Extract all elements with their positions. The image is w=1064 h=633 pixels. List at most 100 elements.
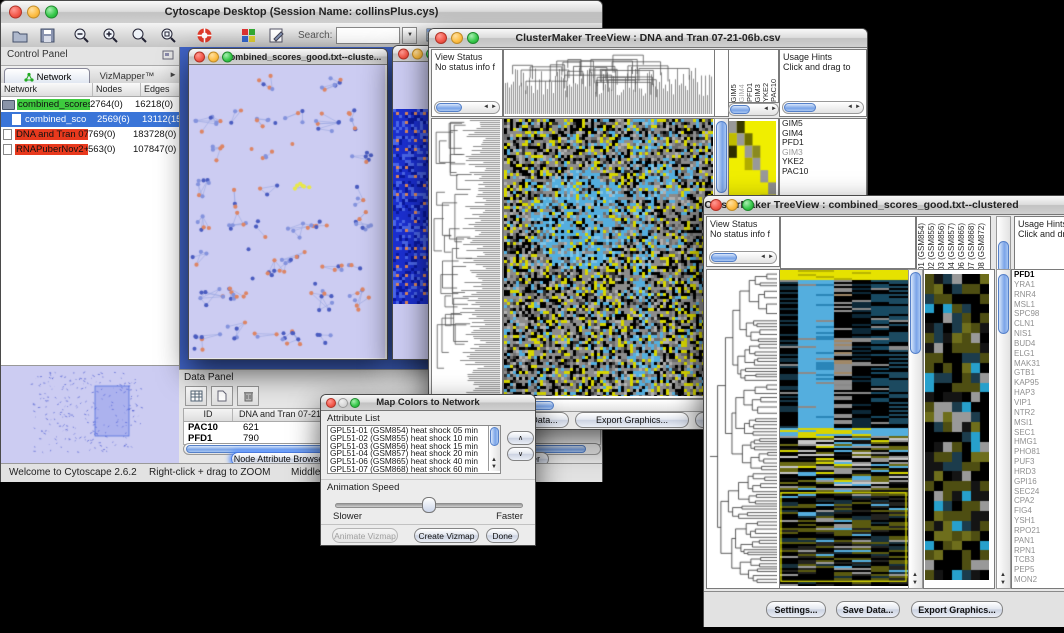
settings-button[interactable]: Settings... xyxy=(766,601,826,618)
animate-vizmap-button[interactable]: Animate Vizmap xyxy=(332,528,398,543)
scrollbar-thumb[interactable] xyxy=(998,274,1009,334)
scroll-down-icon[interactable]: ▼ xyxy=(912,580,918,586)
tv2-gene-vscrollbar[interactable]: ▲ ▼ xyxy=(996,269,1011,589)
zoom-button[interactable] xyxy=(222,51,233,62)
tv1-export-graphics-button[interactable]: Export Graphics... xyxy=(575,412,689,428)
tv2-vscrollbar[interactable]: ▲ ▼ xyxy=(908,269,923,589)
tv1-column-dendrogram-canvas[interactable] xyxy=(504,50,713,114)
scrollbar-thumb[interactable] xyxy=(910,272,921,354)
gene-label[interactable]: TCB3 xyxy=(1012,555,1064,565)
network-view-titlebar[interactable]: combined_scores_good.txt--cluste... xyxy=(189,49,387,65)
gene-label[interactable]: NTR2 xyxy=(1012,408,1064,418)
scrollbar-thumb[interactable] xyxy=(730,105,750,114)
gene-label[interactable]: VIP1 xyxy=(1012,398,1064,408)
scroll-left-icon[interactable]: ◄ xyxy=(483,104,489,110)
view-status-scrollbar[interactable]: ◄ ► xyxy=(709,251,777,264)
view-status-scrollbar[interactable]: ◄ ► xyxy=(434,101,500,114)
col-edges[interactable]: Edges xyxy=(141,83,179,96)
zoom-selected-icon[interactable] xyxy=(131,27,149,44)
minimize-button[interactable] xyxy=(451,32,463,44)
column-label[interactable]: PAC10 xyxy=(769,79,777,102)
tv2-column-tree-area[interactable] xyxy=(780,216,916,269)
close-button[interactable] xyxy=(710,199,722,211)
scroll-left-icon[interactable]: ◄ xyxy=(760,254,766,260)
gene-label[interactable]: GPI16 xyxy=(1012,477,1064,487)
minimize-button[interactable] xyxy=(338,398,348,408)
scrollbar-thumb[interactable] xyxy=(711,253,737,262)
gene-label[interactable]: YSH1 xyxy=(1012,516,1064,526)
tv1-mini-hscrollbar[interactable]: ◄ ► xyxy=(728,103,779,116)
tab-overflow-button[interactable]: ► xyxy=(169,70,177,79)
tab-vizmapper[interactable]: VizMapper™ xyxy=(90,68,164,84)
tv1-heatmap[interactable] xyxy=(503,118,716,399)
column-label[interactable]: PFD1 xyxy=(745,83,753,102)
gene-label[interactable]: KAP95 xyxy=(1012,378,1064,388)
close-button[interactable] xyxy=(9,6,22,19)
network-table-row[interactable]: combined_sco 2569(6) 13112(15) xyxy=(1,112,179,127)
tv2-heatmap[interactable] xyxy=(780,269,909,589)
scroll-up-icon[interactable]: ▲ xyxy=(491,457,497,463)
close-button[interactable] xyxy=(326,398,336,408)
gene-label[interactable]: MON2 xyxy=(1012,575,1064,585)
scroll-right-icon[interactable]: ► xyxy=(491,104,497,110)
gene-label[interactable]: YRA1 xyxy=(1012,280,1064,290)
scroll-left-icon[interactable]: ◄ xyxy=(763,106,769,112)
zoom-in-icon[interactable] xyxy=(102,27,120,44)
save-icon[interactable] xyxy=(39,27,57,44)
birdseye-canvas[interactable] xyxy=(1,366,177,462)
scroll-down-icon[interactable]: ▼ xyxy=(491,464,497,470)
help-lifering-icon[interactable] xyxy=(196,27,214,44)
gene-label[interactable]: BUD4 xyxy=(1012,339,1064,349)
gene-label[interactable]: HAP3 xyxy=(1012,388,1064,398)
scrollbar-thumb[interactable] xyxy=(716,121,727,193)
tv1-heatmap-canvas[interactable] xyxy=(504,119,713,396)
zoom-button[interactable] xyxy=(350,398,360,408)
close-button[interactable] xyxy=(194,51,205,62)
column-label[interactable]: GIM5 xyxy=(729,84,737,102)
float-panel-icon[interactable] xyxy=(162,50,174,60)
birdseye-view[interactable] xyxy=(1,365,179,464)
annotation-icon[interactable] xyxy=(268,27,286,44)
gene-label[interactable]: CPA2 xyxy=(1012,496,1064,506)
gene-label[interactable]: SEC1 xyxy=(1012,428,1064,438)
tv2-heatmap-canvas[interactable] xyxy=(780,270,908,586)
gene-label[interactable]: ELG1 xyxy=(1012,349,1064,359)
gene-label[interactable]: MSL1 xyxy=(1012,300,1064,310)
scrollbar-thumb[interactable] xyxy=(490,427,499,446)
gene-label[interactable]: FIG4 xyxy=(1012,506,1064,516)
gene-label[interactable]: MAK31 xyxy=(1012,359,1064,369)
gene-label[interactable]: NIS1 xyxy=(1012,329,1064,339)
column-label[interactable]: GIM4 xyxy=(737,84,745,102)
save-data-button[interactable]: Save Data... xyxy=(836,601,900,618)
gene-label[interactable]: PEP5 xyxy=(1012,565,1064,575)
network-table-header[interactable]: Network Nodes Edges xyxy=(1,83,179,97)
dialog-titlebar[interactable]: Map Colors to Network xyxy=(321,395,535,411)
search-dropdown-button[interactable]: ▼ xyxy=(402,27,417,44)
tv1-row-dendrogram[interactable] xyxy=(431,118,503,399)
gene-label[interactable]: RPN1 xyxy=(1012,546,1064,556)
gene-label[interactable]: CLN1 xyxy=(1012,319,1064,329)
scrollbar-thumb[interactable] xyxy=(784,103,816,112)
scroll-left-icon[interactable]: ◄ xyxy=(847,104,853,110)
gene-label[interactable]: PHO81 xyxy=(1012,447,1064,457)
tv2-row-dendrogram-canvas[interactable] xyxy=(707,270,777,586)
zoom-button[interactable] xyxy=(45,6,58,19)
minimize-button[interactable] xyxy=(726,199,738,211)
select-attributes-button[interactable] xyxy=(185,386,207,406)
search-input[interactable] xyxy=(336,27,400,44)
attribute-listbox[interactable]: GPL51-01 (GSM854) heat shock 05 minGPL51… xyxy=(327,425,501,474)
gene-label[interactable]: SPC98 xyxy=(1012,309,1064,319)
treeview1-titlebar[interactable]: ClusterMaker TreeView : DNA and Tran 07-… xyxy=(429,29,867,48)
gene-label[interactable]: PUF3 xyxy=(1012,457,1064,467)
usage-hints-scrollbar[interactable]: ◄ ► xyxy=(782,101,864,114)
scroll-up-icon[interactable]: ▲ xyxy=(912,572,918,578)
open-file-icon[interactable] xyxy=(11,27,29,44)
id-column-header[interactable]: ID xyxy=(184,409,233,421)
zoom-out-icon[interactable] xyxy=(73,27,91,44)
gene-label[interactable]: GTB1 xyxy=(1012,368,1064,378)
speed-slider-thumb[interactable] xyxy=(422,497,436,513)
network-table-row[interactable]: RNAPuberNov2+ 563(0) 107847(0) xyxy=(1,142,179,157)
gene-label[interactable]: PAN1 xyxy=(1012,536,1064,546)
zoom-fit-icon[interactable] xyxy=(160,27,178,44)
network-table-row[interactable]: combined_scores 2764(0) 16218(0) xyxy=(1,97,179,112)
